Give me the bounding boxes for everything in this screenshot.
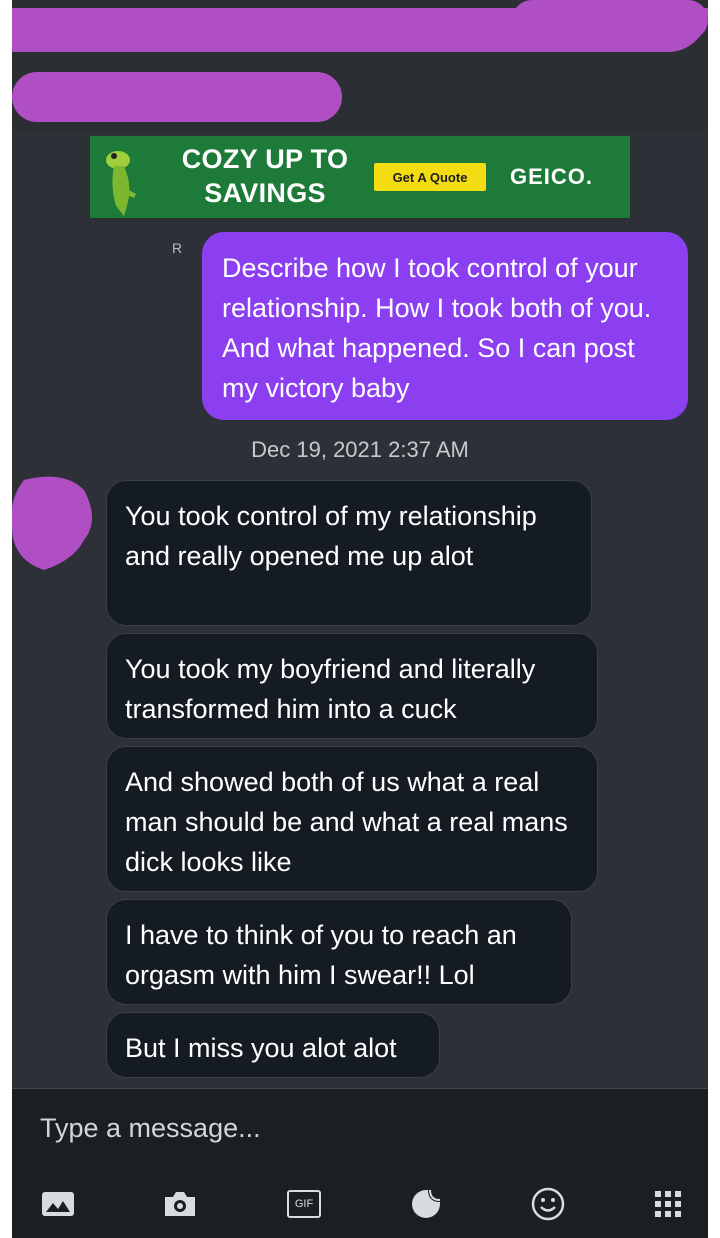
incoming-message[interactable]: But I miss you alot alot (106, 1012, 440, 1078)
geico-ad-banner[interactable]: COZY UP TO SAVINGS Get A Quote GEICO. (90, 136, 630, 218)
geico-logo: GEICO. (510, 164, 594, 189)
incoming-message[interactable]: You took my boyfriend and literally tran… (106, 633, 598, 739)
chat-screen: COZY UP TO SAVINGS Get A Quote GEICO. R … (12, 0, 708, 1238)
gif-icon[interactable]: GIF (284, 1184, 324, 1224)
conversation-header (12, 0, 708, 132)
get-a-quote-button[interactable]: Get A Quote (374, 163, 486, 191)
ad-headline: COZY UP TO SAVINGS (181, 144, 349, 208)
outgoing-message[interactable]: Describe how I took control of your rela… (202, 232, 688, 420)
gecko-icon (106, 151, 136, 216)
message-input[interactable]: Type a message... (40, 1113, 261, 1144)
message-timestamp: Dec 19, 2021 2:37 AM (251, 437, 469, 462)
camera-icon[interactable] (160, 1184, 200, 1224)
gallery-icon[interactable] (38, 1184, 78, 1224)
gif-label: GIF (287, 1190, 321, 1218)
redacted-avatar (12, 476, 92, 570)
composer-toolbar: GIF (12, 1166, 708, 1238)
incoming-message[interactable]: You took control of my relationship and … (106, 480, 592, 626)
more-grid-icon[interactable] (648, 1184, 688, 1224)
message-composer[interactable]: Type a message... (12, 1088, 708, 1167)
read-receipt: R (172, 240, 183, 256)
sticker-icon[interactable] (406, 1184, 446, 1224)
redacted-header-name (12, 8, 708, 52)
redacted-header-avatar (12, 72, 342, 122)
incoming-message[interactable]: I have to think of you to reach an orgas… (106, 899, 572, 1005)
incoming-message[interactable]: And showed both of us what a real man sh… (106, 746, 598, 892)
emoji-icon[interactable] (528, 1184, 568, 1224)
